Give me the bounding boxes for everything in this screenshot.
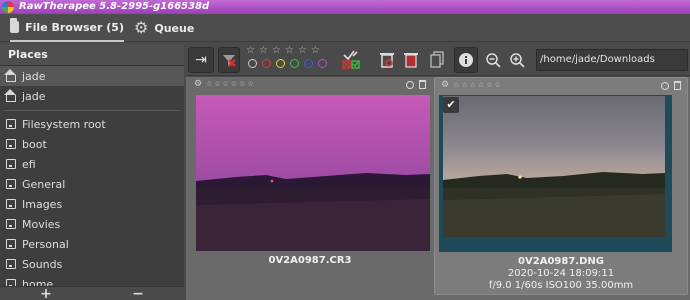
place-label: Movies bbox=[22, 217, 61, 231]
original-filter-button[interactable] bbox=[426, 47, 448, 73]
selected-check-icon: ✔ bbox=[443, 97, 459, 113]
file-browser-toolbar: ⇥ ☆☆☆☆☆☆ /home/jade/Downloads bbox=[186, 44, 690, 76]
places-divider bbox=[4, 110, 180, 111]
trash-filter-button[interactable] bbox=[376, 47, 398, 73]
thumbnail-image[interactable] bbox=[196, 95, 430, 251]
remove-place-button[interactable]: − bbox=[132, 286, 144, 300]
drive-icon bbox=[6, 199, 16, 209]
color-label-ring-icon[interactable] bbox=[661, 82, 669, 90]
thumbnail-toolbar: ⚙ ☆☆☆☆☆☆ bbox=[194, 79, 426, 91]
drive-icon bbox=[6, 159, 16, 169]
zoom-in-icon bbox=[510, 53, 525, 68]
place-item-boot[interactable]: boot bbox=[0, 134, 184, 154]
thumbnail-filename: 0V2A0987.DNG bbox=[518, 256, 604, 267]
rating-stars[interactable]: ☆☆☆☆☆☆ bbox=[206, 80, 256, 88]
place-label: Sounds bbox=[22, 257, 63, 271]
edited-filter-icon bbox=[342, 50, 360, 69]
place-item-sounds[interactable]: Sounds bbox=[0, 254, 184, 274]
place-item-movies[interactable]: Movies bbox=[0, 214, 184, 234]
thumbnail-exif: f/9.0 1/60s ISO100 35.00mm bbox=[488, 280, 634, 291]
window-title: RawTherapee 5.8-2995-g166538d bbox=[19, 1, 210, 12]
places-panel: Places jade jade Filesystem root boot ef… bbox=[0, 44, 184, 300]
thumbnail-image[interactable] bbox=[443, 96, 665, 237]
tab-bar: File Browser (5) ⚙ Queue bbox=[0, 14, 690, 42]
trash-icon[interactable] bbox=[674, 81, 681, 90]
trash-hide-icon bbox=[404, 53, 418, 68]
drive-icon bbox=[6, 179, 16, 189]
thumbnail-date: 2020-10-24 18:09:11 bbox=[507, 268, 615, 279]
edit-gears-icon[interactable]: ⚙ bbox=[441, 80, 449, 90]
color-label-ring-icon[interactable] bbox=[406, 81, 414, 89]
info-toggle-button[interactable] bbox=[454, 47, 478, 73]
tab-queue-label: Queue bbox=[154, 21, 195, 35]
color-label-red-icon[interactable] bbox=[262, 59, 271, 68]
place-label: Filesystem root bbox=[22, 117, 106, 131]
drive-icon bbox=[6, 239, 16, 249]
place-label: boot bbox=[22, 137, 47, 151]
place-label: jade bbox=[22, 89, 46, 103]
tab-file-browser[interactable]: File Browser (5) bbox=[10, 14, 124, 42]
thumbnail-grid: ⚙ ☆☆☆☆☆☆ 0V2A0987.CR3 ⚙ ☆☆☆☆☆☆ ✔ 0V2A098… bbox=[186, 77, 690, 300]
trash-only-button[interactable] bbox=[400, 47, 422, 73]
trash-show-icon bbox=[380, 53, 394, 68]
place-label: Images bbox=[22, 197, 63, 211]
color-label-green-icon[interactable] bbox=[290, 59, 299, 68]
thumbnail-filename: 0V2A0987.CR3 bbox=[268, 255, 352, 266]
thumbnail-card[interactable]: ⚙ ☆☆☆☆☆☆ 0V2A0987.CR3 bbox=[188, 77, 432, 295]
title-bar: RawTherapee 5.8-2995-g166538d bbox=[0, 0, 690, 14]
places-footer: + − bbox=[0, 286, 184, 300]
rank-filter-stars[interactable]: ☆☆☆☆☆☆ bbox=[246, 45, 324, 56]
tab-queue[interactable]: ⚙ Queue bbox=[134, 14, 194, 42]
gear-icon: ⚙ bbox=[134, 18, 149, 37]
color-label-purple-icon[interactable] bbox=[318, 59, 327, 68]
folder-icon bbox=[10, 18, 20, 33]
filter-clear-icon bbox=[223, 55, 236, 67]
add-place-button[interactable]: + bbox=[40, 286, 52, 300]
panel-collapse-icon: ⇥ bbox=[195, 52, 207, 68]
place-label: efi bbox=[22, 157, 36, 171]
color-label-blue-icon[interactable] bbox=[304, 59, 313, 68]
place-label: Personal bbox=[22, 237, 69, 251]
place-item-home[interactable]: jade bbox=[0, 86, 184, 106]
drive-icon bbox=[6, 119, 16, 129]
copy-icon bbox=[430, 51, 444, 68]
color-label-none-icon[interactable] bbox=[248, 59, 257, 68]
rating-stars[interactable]: ☆☆☆☆☆☆ bbox=[453, 81, 503, 89]
place-item-personal[interactable]: Personal bbox=[0, 234, 184, 254]
drive-icon bbox=[6, 139, 16, 149]
drive-icon bbox=[6, 259, 16, 269]
place-item-filesystem-root[interactable]: Filesystem root bbox=[0, 114, 184, 134]
info-icon bbox=[459, 53, 473, 67]
place-item-general[interactable]: General bbox=[0, 174, 184, 194]
places-header: Places bbox=[0, 44, 184, 66]
zoom-in-button[interactable] bbox=[506, 47, 528, 73]
place-item-images[interactable]: Images bbox=[0, 194, 184, 214]
place-item-efi[interactable]: efi bbox=[0, 154, 184, 174]
color-label-filters bbox=[248, 59, 327, 68]
tab-file-browser-label: File Browser (5) bbox=[25, 20, 124, 34]
directory-path-input[interactable]: /home/jade/Downloads bbox=[536, 49, 688, 71]
place-label: jade bbox=[22, 69, 46, 83]
app-logo-icon bbox=[2, 1, 14, 13]
drive-icon bbox=[6, 219, 16, 229]
color-label-yellow-icon[interactable] bbox=[276, 59, 285, 68]
edited-filter-button[interactable] bbox=[340, 47, 362, 73]
place-label: General bbox=[22, 177, 66, 191]
zoom-out-button[interactable] bbox=[482, 47, 504, 73]
thumbnail-toolbar: ⚙ ☆☆☆☆☆☆ bbox=[441, 80, 681, 92]
zoom-out-icon bbox=[486, 53, 501, 68]
edit-gears-icon[interactable]: ⚙ bbox=[194, 79, 202, 89]
trash-icon[interactable] bbox=[419, 80, 426, 89]
home-icon bbox=[4, 68, 16, 82]
panel-toggle-button[interactable]: ⇥ bbox=[188, 47, 214, 73]
place-item-home[interactable]: jade bbox=[0, 66, 184, 86]
thumbnail-card-selected[interactable]: ⚙ ☆☆☆☆☆☆ ✔ 0V2A0987.DNG 2020-10-24 18:09… bbox=[434, 77, 688, 295]
filter-unranked-button[interactable] bbox=[218, 47, 240, 73]
home-icon bbox=[4, 88, 16, 102]
